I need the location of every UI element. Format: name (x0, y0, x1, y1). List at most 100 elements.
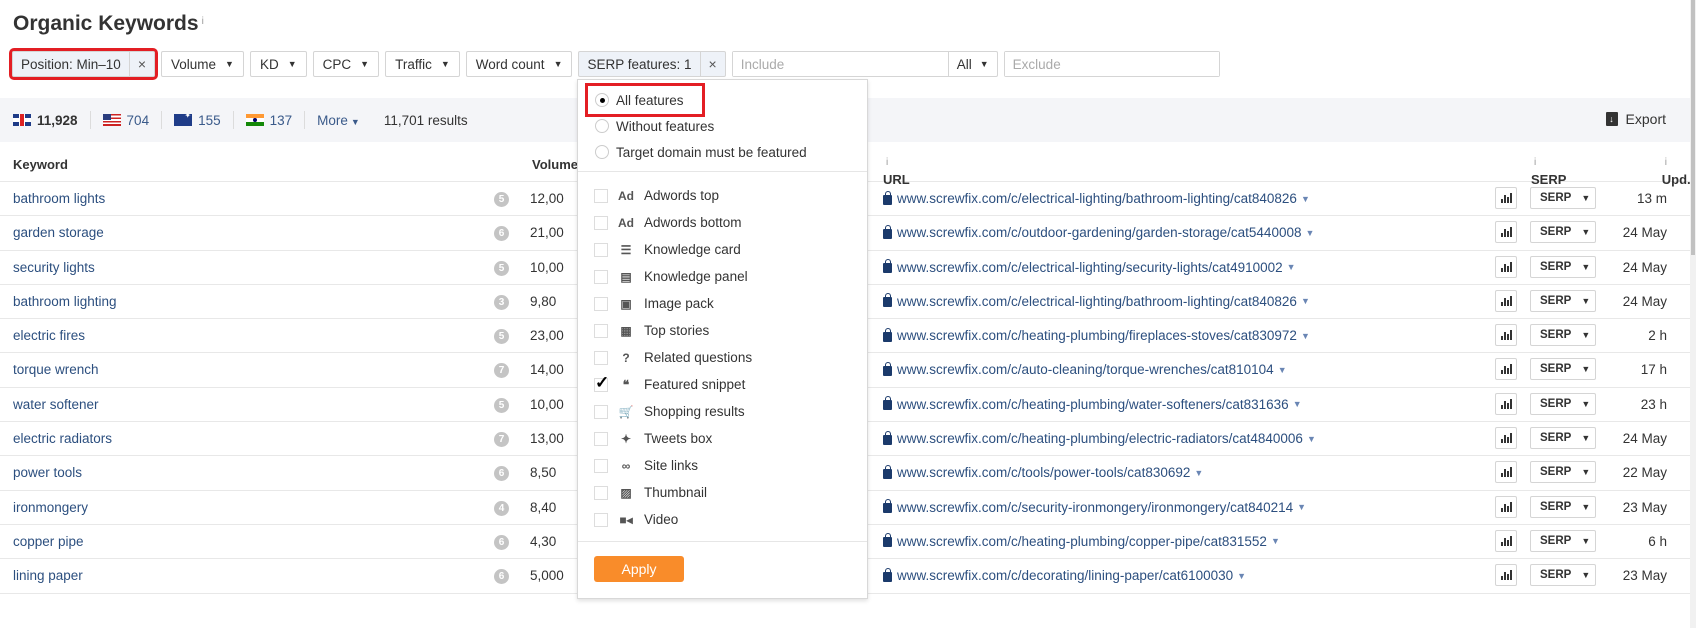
exclude-input[interactable] (1004, 52, 1219, 76)
checkbox[interactable] (594, 458, 608, 473)
serp-button[interactable]: SERP ▼ (1530, 358, 1596, 381)
column-updated[interactable]: Upd. i (1662, 157, 1691, 187)
country-in[interactable]: 137 (245, 111, 306, 129)
serp-button[interactable]: SERP ▼ (1530, 427, 1596, 450)
url-link[interactable]: www.screwfix.com/c/electrical-lighting/b… (883, 293, 1310, 309)
serp-feature-option[interactable]: ∞ Site links (594, 452, 867, 479)
caret-down-icon[interactable]: ▼ (1301, 194, 1310, 204)
checkbox[interactable] (594, 404, 608, 419)
url-link[interactable]: www.screwfix.com/c/auto-cleaning/torque-… (883, 361, 1287, 377)
serp-feature-option[interactable]: ▣ Image pack (594, 290, 867, 317)
kd-filter[interactable]: KD ▼ (249, 51, 307, 77)
serp-feature-option[interactable]: 🛒 Shopping results (594, 398, 867, 425)
url-link[interactable]: www.screwfix.com/c/heating-plumbing/elec… (883, 430, 1316, 446)
keyword-link[interactable]: electric radiators (13, 431, 112, 446)
serp-feature-option[interactable]: Ad Adwords bottom (594, 209, 867, 236)
column-volume[interactable]: Volume (532, 157, 578, 172)
serp-feature-option[interactable]: ▦ Top stories (594, 317, 867, 344)
keyword-link[interactable]: water softener (13, 397, 99, 412)
checkbox[interactable] (594, 350, 608, 365)
radio-button[interactable] (595, 145, 609, 159)
serp-feature-option[interactable]: ✦ Tweets box (594, 425, 867, 452)
radio-button[interactable] (595, 93, 609, 107)
chart-button[interactable] (1495, 324, 1517, 347)
serp-feature-option[interactable]: Ad Adwords top (594, 182, 867, 209)
caret-down-icon[interactable]: ▼ (1305, 228, 1314, 238)
url-link[interactable]: www.screwfix.com/c/tools/power-tools/cat… (883, 464, 1203, 480)
volume-filter[interactable]: Volume ▼ (161, 51, 244, 77)
serp-features-filter-label[interactable]: SERP features: 1 (579, 57, 699, 72)
position-filter[interactable]: Position: Min–10 × (9, 48, 158, 80)
caret-down-icon[interactable]: ▼ (1194, 468, 1203, 478)
chart-button[interactable] (1495, 564, 1517, 587)
word-count-filter[interactable]: Word count ▼ (465, 51, 573, 77)
serp-button[interactable]: SERP ▼ (1530, 495, 1596, 518)
url-link[interactable]: www.screwfix.com/c/outdoor-gardening/gar… (883, 224, 1314, 240)
serp-feature-option[interactable]: ▤ Knowledge panel (594, 263, 867, 290)
serp-button[interactable]: SERP ▼ (1530, 289, 1596, 312)
caret-down-icon[interactable]: ▼ (1293, 399, 1302, 409)
chart-button[interactable] (1495, 392, 1517, 415)
more-countries-button[interactable]: More ▼ (317, 113, 360, 128)
radio-button[interactable] (595, 119, 609, 133)
checkbox[interactable] (594, 215, 608, 230)
country-us[interactable]: 704 (102, 111, 163, 129)
serp-feature-option[interactable]: ■◂ Video (594, 506, 867, 533)
chart-button[interactable] (1495, 495, 1517, 518)
url-link[interactable]: www.screwfix.com/c/electrical-lighting/b… (883, 190, 1310, 206)
keyword-link[interactable]: security lights (13, 260, 95, 275)
caret-down-icon[interactable]: ▼ (1301, 296, 1310, 306)
serp-button[interactable]: SERP ▼ (1530, 187, 1596, 209)
keyword-link[interactable]: electric fires (13, 328, 85, 343)
checkbox[interactable] (594, 373, 609, 393)
caret-down-icon[interactable]: ▼ (1287, 262, 1296, 272)
caret-down-icon[interactable]: ▼ (1237, 571, 1246, 581)
caret-down-icon[interactable]: ▼ (1307, 434, 1316, 444)
url-link[interactable]: www.screwfix.com/c/security-ironmongery/… (883, 499, 1306, 515)
keyword-link[interactable]: bathroom lighting (13, 294, 117, 309)
clear-position-icon[interactable]: × (128, 52, 154, 76)
url-link[interactable]: www.screwfix.com/c/decorating/lining-pap… (883, 567, 1246, 583)
country-au[interactable]: 155 (174, 111, 234, 129)
serp-mode-option[interactable]: Target domain must be featured (595, 139, 867, 165)
scrollbar-thumb[interactable] (1691, 0, 1695, 255)
export-button[interactable]: ↓ Export (1605, 111, 1666, 127)
serp-button[interactable]: SERP ▼ (1530, 255, 1596, 278)
chart-button[interactable] (1495, 187, 1517, 209)
chart-button[interactable] (1495, 461, 1517, 484)
caret-down-icon[interactable]: ▼ (1278, 365, 1287, 375)
info-icon[interactable]: i (202, 16, 204, 27)
serp-feature-option[interactable]: ❝ Featured snippet (594, 371, 867, 398)
serp-feature-option[interactable]: ☰ Knowledge card (594, 236, 867, 263)
info-icon[interactable]: i (1665, 157, 1667, 168)
column-keyword[interactable]: Keyword (13, 157, 68, 172)
chart-button[interactable] (1495, 529, 1517, 552)
keyword-link[interactable]: garden storage (13, 225, 104, 240)
chart-button[interactable] (1495, 221, 1517, 244)
url-link[interactable]: www.screwfix.com/c/heating-plumbing/copp… (883, 533, 1280, 549)
traffic-filter[interactable]: Traffic ▼ (385, 51, 460, 77)
serp-button[interactable]: SERP ▼ (1530, 324, 1596, 347)
url-link[interactable]: www.screwfix.com/c/electrical-lighting/s… (883, 259, 1296, 275)
include-input[interactable] (732, 52, 948, 76)
checkbox[interactable] (594, 188, 608, 203)
serp-button[interactable]: SERP ▼ (1530, 529, 1596, 552)
info-icon[interactable]: i (886, 157, 888, 168)
keyword-link[interactable]: lining paper (13, 568, 83, 583)
keyword-link[interactable]: copper pipe (13, 534, 84, 549)
serp-feature-option[interactable]: ▨ Thumbnail (594, 479, 867, 506)
serp-features-filter[interactable]: SERP features: 1 × (578, 51, 726, 77)
serp-button[interactable]: SERP ▼ (1530, 221, 1596, 244)
serp-mode-option[interactable]: Without features (595, 113, 867, 139)
serp-button[interactable]: SERP ▼ (1530, 564, 1596, 587)
serp-button[interactable]: SERP ▼ (1530, 461, 1596, 484)
clear-serp-features-icon[interactable]: × (699, 52, 725, 76)
chart-button[interactable] (1495, 358, 1517, 381)
checkbox[interactable] (594, 512, 608, 527)
cpc-filter[interactable]: CPC ▼ (312, 51, 380, 77)
position-filter-label[interactable]: Position: Min–10 (13, 57, 129, 72)
serp-feature-option[interactable]: ? Related questions (594, 344, 867, 371)
serp-mode-option[interactable]: All features (585, 83, 705, 117)
serp-button[interactable]: SERP ▼ (1530, 392, 1596, 415)
keyword-link[interactable]: bathroom lights (13, 191, 105, 206)
